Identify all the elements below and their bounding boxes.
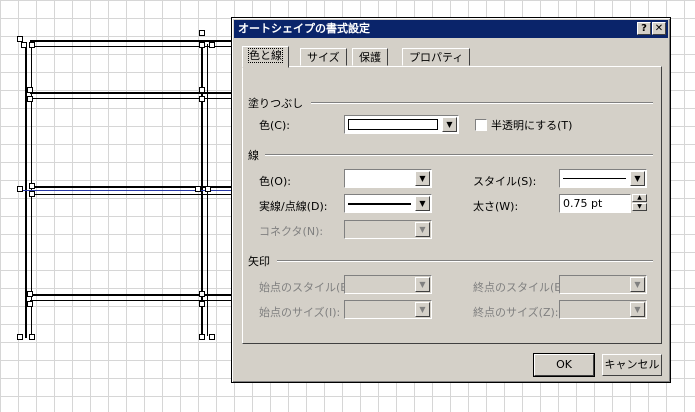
divider [311,102,653,104]
dropdown-arrow-icon: ▼ [630,302,645,317]
shape-outline[interactable] [30,186,232,188]
tab-size[interactable]: サイズ [300,48,347,66]
selection-handle[interactable] [199,334,205,340]
dash-type-preview [348,203,411,205]
selection-handle[interactable] [205,186,211,192]
line-style-label: スタイル(S): [473,175,537,188]
divider [277,260,653,262]
fill-color-dropdown[interactable]: ▼ [344,115,459,134]
dropdown-arrow-icon[interactable]: ▼ [415,171,430,186]
end-style-dropdown: ▼ [559,275,647,294]
line-weight-label: 太さ(W): [473,200,519,213]
dropdown-arrow-icon: ▼ [415,222,430,237]
selection-handle[interactable] [27,291,33,297]
selection-handle[interactable] [199,291,205,297]
line-style-preview [563,178,626,179]
begin-size-label: 始点のサイズ(I): [259,306,341,319]
end-style-label: 終点のスタイル(E): [473,281,570,294]
selection-handle[interactable] [21,42,27,48]
line-color-dropdown[interactable]: ▼ [344,169,432,188]
dropdown-arrow-icon: ▼ [415,277,430,292]
tab-properties[interactable]: プロパティ [402,48,471,66]
selection-handle[interactable] [29,183,35,189]
semi-transparent-label[interactable]: 半透明にする(T) [491,117,572,133]
cancel-button[interactable]: キャンセル [602,354,662,376]
selection-handle[interactable] [27,301,33,307]
ok-button[interactable]: OK [533,353,595,377]
selection-handle[interactable] [17,334,23,340]
connector-dropdown: ▼ [344,220,432,239]
dash-type-dropdown[interactable]: ▼ [344,194,432,213]
dropdown-arrow-icon: ▼ [630,277,645,292]
selection-handle[interactable] [27,87,33,93]
begin-size-dropdown: ▼ [344,300,432,319]
connector-label: コネクタ(N): [259,225,324,238]
help-button[interactable]: ? [637,22,651,35]
spin-down-icon[interactable]: ▼ [632,203,647,211]
fill-color-label: 色(C): [259,119,290,132]
selection-handle[interactable] [209,334,215,340]
spin-up-icon[interactable]: ▲ [632,194,647,202]
line-section-title: 線 [248,149,259,162]
selection-handle[interactable] [17,186,23,192]
semi-transparent-checkbox[interactable] [475,119,487,131]
dialog-title: オートシェイプの書式設定 [238,22,370,35]
dialog-titlebar[interactable]: オートシェイプの書式設定 ? ✕ [234,20,668,38]
selection-handle[interactable] [29,191,35,197]
selection-handle[interactable] [195,186,201,192]
divider [265,154,653,156]
arrows-section-title: 矢印 [248,255,270,268]
dropdown-arrow-icon[interactable]: ▼ [415,196,430,211]
selection-handle[interactable] [199,96,205,102]
close-button[interactable]: ✕ [652,22,666,35]
selection-handle[interactable] [199,301,205,307]
tab-panel-colors-and-lines: 塗りつぶし 色(C): ▼ 半透明にする(T) 線 色(O): ▼ スタイル(S… [242,66,662,344]
selection-handle[interactable] [27,96,33,102]
selection-handle[interactable] [199,30,205,36]
dropdown-arrow-icon[interactable]: ▼ [442,117,457,132]
fill-color-swatch [348,119,438,130]
selection-handle[interactable] [199,87,205,93]
dropdown-arrow-icon: ▼ [415,302,430,317]
line-style-dropdown[interactable]: ▼ [559,169,647,188]
tab-protection[interactable]: 保護 [352,48,388,66]
begin-style-label: 始点のスタイル(B): [259,281,356,294]
line-weight-input[interactable]: 0.75 pt [559,194,631,213]
dropdown-arrow-icon[interactable]: ▼ [630,171,645,186]
selection-handle[interactable] [29,42,35,48]
begin-style-dropdown: ▼ [344,275,432,294]
selection-handle[interactable] [29,334,35,340]
dash-type-label: 実線/点線(D): [259,200,328,213]
tab-colors-and-lines[interactable]: 色と線 [242,46,289,68]
fill-section-title: 塗りつぶし [248,97,304,110]
selection-handle[interactable] [199,42,205,48]
selection-handle[interactable] [209,42,215,48]
end-size-label: 終点のサイズ(Z): [473,306,559,319]
line-color-label: 色(O): [259,175,291,188]
format-autoshape-dialog: オートシェイプの書式設定 ? ✕ 色と線 サイズ 保護 プロパティ 塗りつぶし … [231,17,671,383]
end-size-dropdown: ▼ [559,300,647,319]
shape-outline[interactable] [30,194,232,195]
